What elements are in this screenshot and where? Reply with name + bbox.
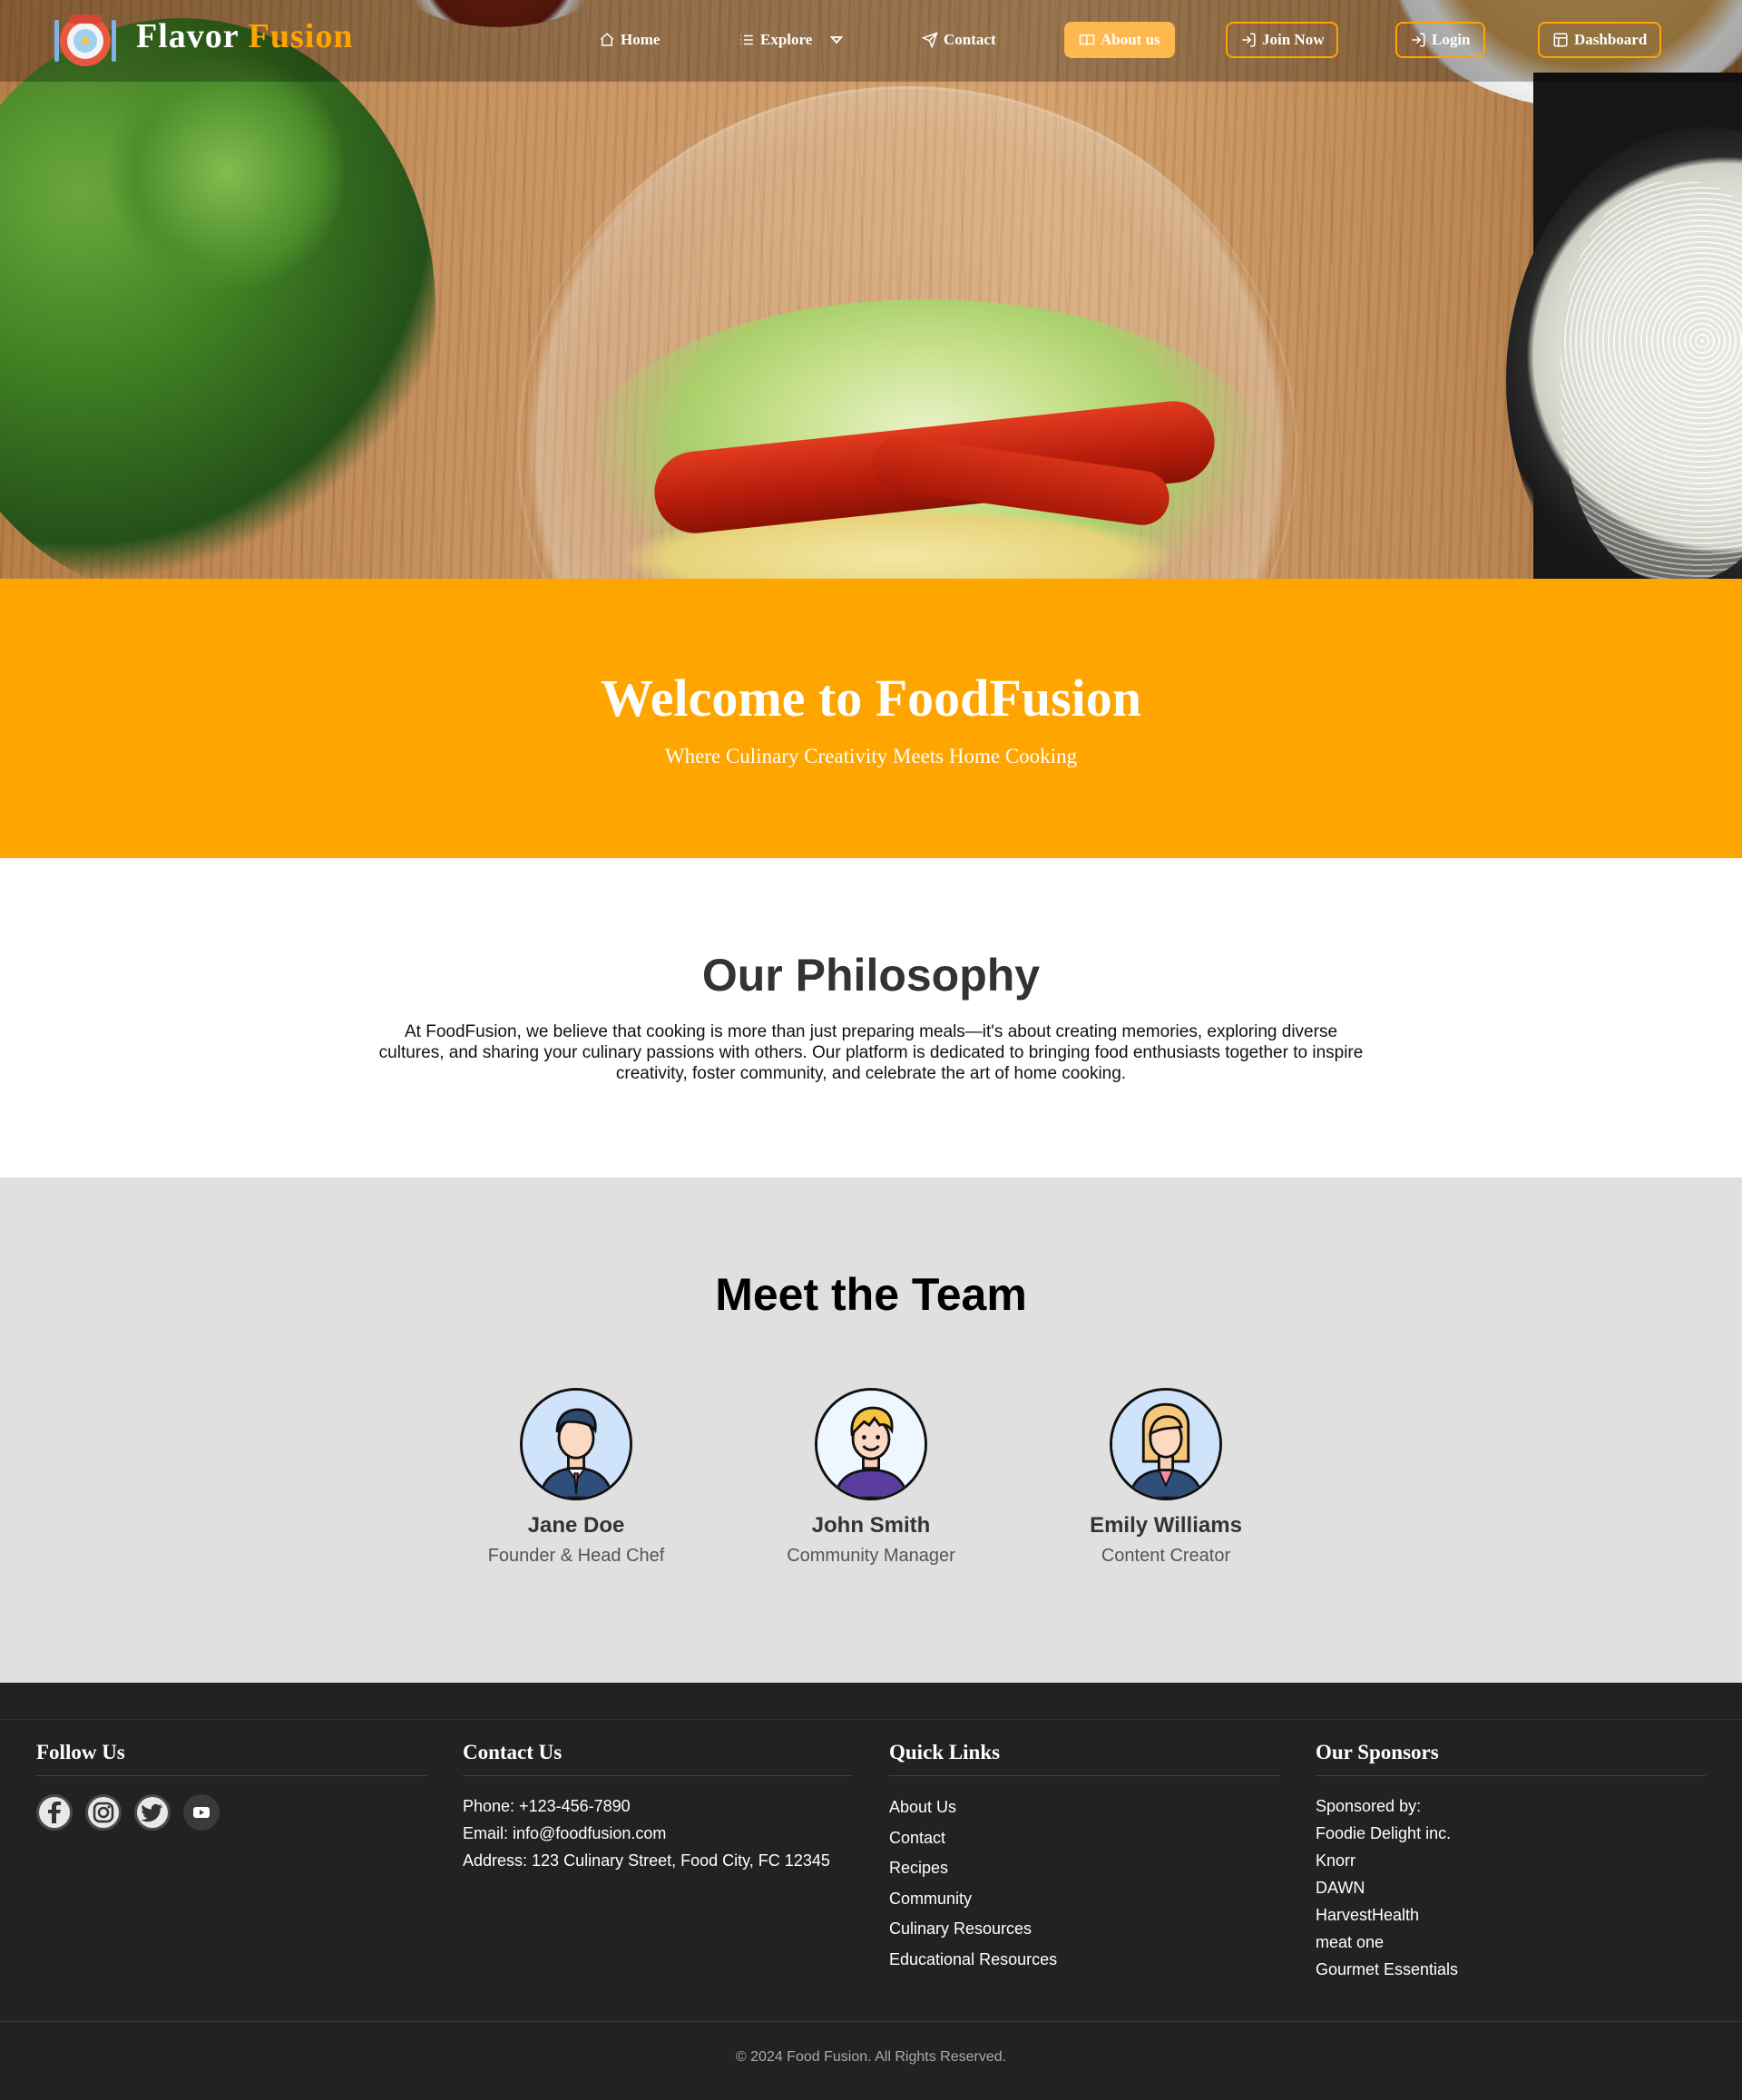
nav-home[interactable]: Home [599, 22, 660, 58]
quick-link-about-us[interactable]: About Us [889, 1792, 1279, 1823]
sponsor-list: Sponsored by: Foodie Delight inc. Knorr … [1316, 1792, 1706, 1983]
sign-in-icon [1242, 33, 1256, 47]
quick-link-community[interactable]: Community [889, 1884, 1279, 1915]
nav-about-label: About us [1101, 31, 1160, 48]
brand-word-fusion: Fusion [248, 17, 354, 55]
plate-fork-knife-icon[interactable] [53, 11, 118, 71]
contact-address: Address: 123 Culinary Street, Food City,… [463, 1851, 830, 1870]
team-section: Meet the Team Jane Doe Founder & Head Ch… [0, 1177, 1742, 1683]
quick-link-recipes[interactable]: Recipes [889, 1853, 1279, 1884]
nav-login-label: Login [1432, 31, 1471, 48]
sponsor-heading: Sponsored by: [1316, 1797, 1422, 1815]
footer-follow-title: Follow Us [36, 1741, 426, 1776]
sponsor-item: Knorr [1316, 1851, 1356, 1870]
book-icon [1079, 34, 1095, 46]
team-member-role: Content Creator [1101, 1546, 1231, 1566]
philosophy-title: Our Philosophy [701, 950, 1041, 1001]
nav-join-label: Join Now [1262, 31, 1325, 48]
quick-links-list: About Us Contact Recipes Community Culin… [889, 1792, 1279, 1975]
hero-image [0, 0, 1742, 579]
sponsor-item: HarvestHealth [1316, 1906, 1420, 1924]
copyright-text: © 2024 Food Fusion. All Rights Reserved. [735, 2049, 1007, 2065]
social-icons [36, 1794, 426, 1831]
brand-word-flavor: Flavor [136, 17, 240, 55]
nav-login[interactable]: Login [1395, 22, 1485, 58]
nav-explore[interactable]: Explore [739, 22, 845, 58]
footer-follow-column: Follow Us [36, 1741, 426, 1831]
chevron-down-icon [829, 36, 844, 44]
sponsor-item: DAWN [1316, 1879, 1365, 1897]
list-icon [740, 34, 753, 45]
young-man-avatar-icon [817, 1391, 925, 1498]
footer-links-title: Quick Links [889, 1741, 1279, 1776]
team-member-card: John Smith Community Manager [753, 1388, 989, 1567]
footer-divider [0, 1719, 1742, 1720]
avatar [815, 1388, 927, 1500]
dashboard-icon [1553, 33, 1568, 47]
footer-bottom-divider [0, 2021, 1742, 2022]
facebook-icon[interactable] [36, 1794, 73, 1831]
nav-home-label: Home [621, 31, 661, 48]
footer-sponsors-title: Our Sponsors [1316, 1741, 1706, 1776]
contact-email: Email: info@foodfusion.com [463, 1824, 667, 1842]
team-member-role: Community Manager [787, 1546, 955, 1566]
footer-contact-title: Contact Us [463, 1741, 853, 1776]
twitter-icon[interactable] [134, 1794, 171, 1831]
login-icon [1412, 33, 1425, 47]
philosophy-section: Our Philosophy At FoodFusion, we believe… [0, 858, 1742, 1177]
welcome-banner: Welcome to FoodFusion Where Culinary Cre… [0, 579, 1742, 858]
sponsor-item: Foodie Delight inc. [1316, 1824, 1452, 1842]
welcome-title: Welcome to FoodFusion [600, 669, 1142, 728]
brand-name[interactable]: Flavor Fusion [136, 16, 353, 56]
team-member-card: Jane Doe Founder & Head Chef [458, 1388, 694, 1567]
quick-link-culinary-resources[interactable]: Culinary Resources [889, 1914, 1279, 1945]
team-member-card: Emily Williams Content Creator [1048, 1388, 1284, 1567]
nav-dashboard-label: Dashboard [1574, 31, 1648, 48]
philosophy-text: At FoodFusion, we believe that cooking i… [378, 1022, 1364, 1083]
footer-sponsors-column: Our Sponsors Sponsored by: Foodie Deligh… [1316, 1741, 1706, 1983]
nav-contact-label: Contact [944, 31, 996, 48]
avatar [520, 1388, 632, 1500]
avatar [1110, 1388, 1222, 1500]
youtube-icon[interactable] [183, 1794, 220, 1831]
team-title: Meet the Team [715, 1269, 1027, 1320]
footer-contact-column: Contact Us Phone: +123-456-7890 Email: i… [463, 1741, 853, 1874]
nav-explore-label: Explore [760, 31, 813, 48]
nav-about-us[interactable]: About us [1064, 22, 1175, 58]
hero-noodles [1561, 181, 1742, 579]
team-member-name: Emily Williams [1090, 1513, 1242, 1538]
footer-links-column: Quick Links About Us Contact Recipes Com… [889, 1741, 1279, 1975]
team-member-role: Founder & Head Chef [487, 1546, 665, 1566]
welcome-subtitle: Where Culinary Creativity Meets Home Coo… [664, 745, 1078, 767]
team-member-name: Jane Doe [527, 1513, 625, 1538]
home-icon [600, 33, 614, 46]
businesswoman-avatar-icon [1112, 1391, 1219, 1498]
paper-plane-icon [922, 32, 938, 48]
nav-dashboard[interactable]: Dashboard [1538, 22, 1662, 58]
hero-herbs-highlight [109, 54, 345, 290]
instagram-icon[interactable] [85, 1794, 122, 1831]
footer: Follow Us Contact Us Phone: +123-456-789… [0, 1683, 1742, 2100]
quick-link-contact[interactable]: Contact [889, 1823, 1279, 1854]
sponsor-item: Gourmet Essentials [1316, 1960, 1459, 1978]
sponsor-item: meat one [1316, 1933, 1385, 1951]
top-navigation: Flavor Fusion Home Explore Contact About … [0, 0, 1742, 82]
nav-join-now[interactable]: Join Now [1226, 22, 1339, 58]
businessman-avatar-icon [523, 1391, 630, 1498]
quick-link-educational-resources[interactable]: Educational Resources [889, 1945, 1279, 1976]
contact-list: Phone: +123-456-7890 Email: info@foodfus… [463, 1792, 853, 1874]
nav-contact[interactable]: Contact [922, 22, 996, 58]
team-member-name: John Smith [811, 1513, 931, 1538]
contact-phone: Phone: +123-456-7890 [463, 1797, 631, 1815]
